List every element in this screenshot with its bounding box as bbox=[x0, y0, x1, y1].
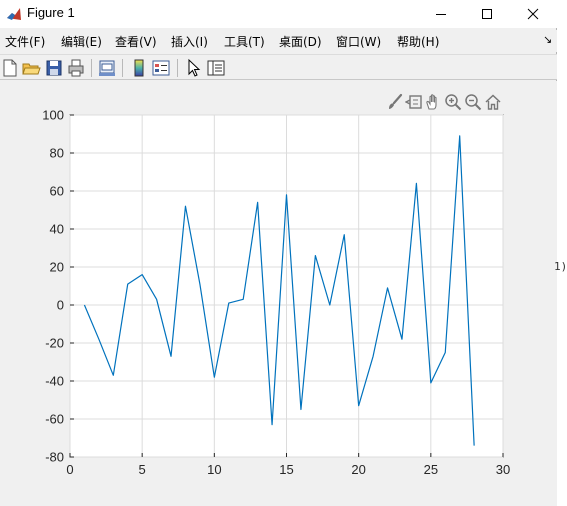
dock-arrow-icon[interactable]: ↘ bbox=[543, 33, 552, 46]
figure-canvas bbox=[0, 81, 557, 506]
zoom-out-icon[interactable] bbox=[464, 93, 482, 111]
link-plot-icon[interactable] bbox=[97, 58, 117, 78]
matlab-app-icon bbox=[7, 8, 21, 20]
home-icon[interactable] bbox=[484, 93, 502, 111]
figure-window: Figure 1 文件(F) 编辑(E) 查看(V) 插入(I) 工具(T) 桌… bbox=[0, 0, 557, 506]
background-window-edge bbox=[557, 0, 567, 506]
figure-toolbar bbox=[0, 54, 557, 80]
minimize-icon bbox=[436, 14, 446, 15]
toolbar-separator bbox=[122, 59, 123, 77]
maximize-button[interactable] bbox=[464, 0, 510, 28]
menu-insert[interactable]: 插入(I) bbox=[171, 33, 208, 50]
background-window-text: 1) bbox=[554, 260, 567, 273]
menu-edit[interactable]: 编辑(E) bbox=[61, 33, 102, 50]
menu-window[interactable]: 窗口(W) bbox=[336, 33, 381, 50]
minimize-button[interactable] bbox=[418, 0, 464, 28]
property-inspector-icon[interactable] bbox=[206, 58, 226, 78]
zoom-in-icon[interactable] bbox=[444, 93, 462, 111]
menu-view[interactable]: 查看(V) bbox=[115, 33, 157, 50]
data-tips-icon[interactable] bbox=[405, 93, 423, 111]
colorbar-icon[interactable] bbox=[129, 58, 149, 78]
menu-tools[interactable]: 工具(T) bbox=[224, 33, 265, 50]
toolbar-separator bbox=[177, 59, 178, 77]
legend-icon[interactable] bbox=[151, 58, 171, 78]
menu-desktop[interactable]: 桌面(D) bbox=[279, 33, 322, 50]
window-title: Figure 1 bbox=[27, 5, 75, 20]
title-bar[interactable]: Figure 1 bbox=[0, 0, 557, 28]
close-icon bbox=[527, 8, 539, 20]
brush-icon[interactable] bbox=[386, 93, 404, 111]
print-icon[interactable] bbox=[66, 58, 86, 78]
open-file-icon[interactable] bbox=[21, 58, 41, 78]
close-button[interactable] bbox=[510, 0, 556, 28]
pointer-icon[interactable] bbox=[184, 58, 204, 78]
new-figure-icon[interactable] bbox=[0, 58, 20, 78]
maximize-icon bbox=[482, 9, 492, 19]
menu-file[interactable]: 文件(F) bbox=[5, 33, 45, 50]
toolbar-separator bbox=[91, 59, 92, 77]
menu-bar: 文件(F) 编辑(E) 查看(V) 插入(I) 工具(T) 桌面(D) 窗口(W… bbox=[0, 30, 557, 52]
menu-help[interactable]: 帮助(H) bbox=[397, 33, 439, 50]
save-icon[interactable] bbox=[44, 58, 64, 78]
pan-icon[interactable] bbox=[424, 93, 442, 111]
